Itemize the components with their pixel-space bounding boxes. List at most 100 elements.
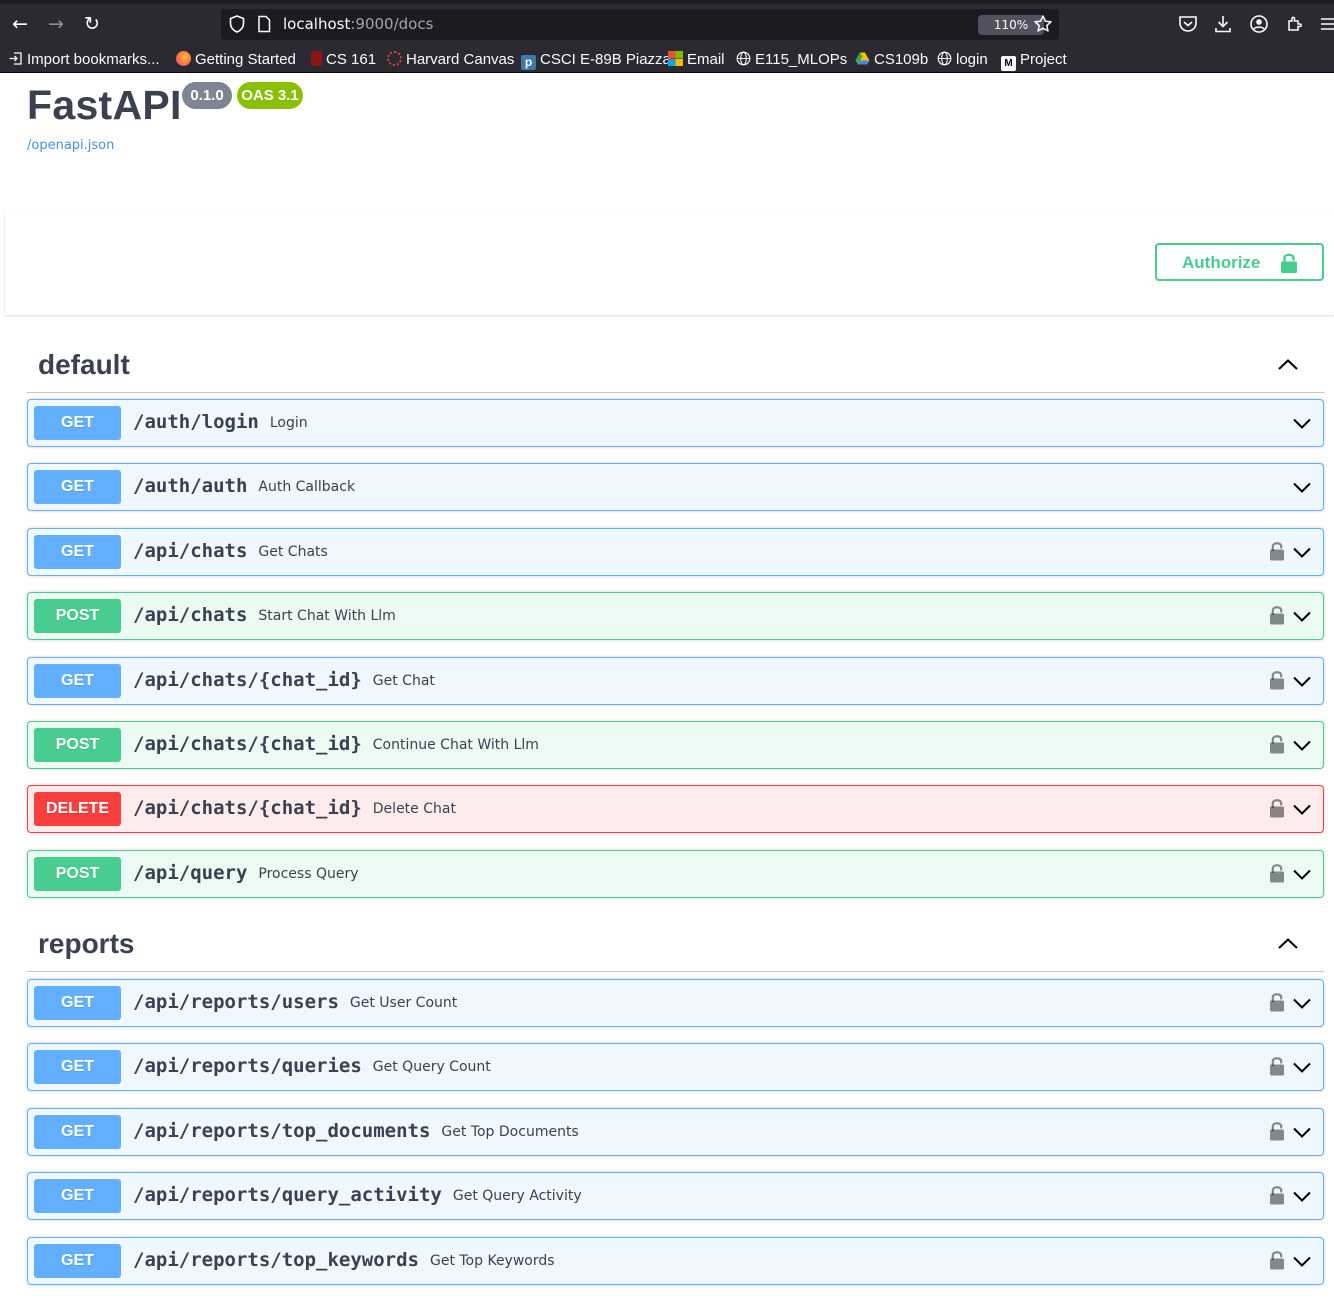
operation-summary: Delete Chat: [372, 801, 456, 817]
lock-icon[interactable]: [1269, 797, 1285, 819]
operation-summary: Get Query Count: [372, 1059, 491, 1075]
back-icon[interactable]: ←: [8, 12, 32, 36]
operation-get[interactable]: GET/api/reports/queries Get Query Count: [27, 1043, 1324, 1091]
path-text: /api/reports/users: [133, 991, 339, 1013]
lock-icon[interactable]: [1269, 733, 1285, 755]
lock-icon[interactable]: [1269, 991, 1285, 1013]
forward-icon[interactable]: →: [44, 12, 68, 36]
chevron-down-icon[interactable]: [1291, 863, 1313, 885]
bookmark-piazza[interactable]: p CSCI E-89B Piazza: [521, 50, 671, 70]
bookmark-label: login: [956, 51, 988, 68]
microsoft-icon: [668, 51, 683, 66]
operation-summary: Get Query Activity: [452, 1188, 582, 1204]
operation-summary: Login: [269, 415, 308, 431]
lock-icon[interactable]: [1269, 669, 1285, 691]
method-badge: GET: [34, 664, 121, 698]
chevron-down-icon[interactable]: [1291, 1121, 1313, 1143]
openapi-json-link[interactable]: /openapi.json: [27, 138, 114, 153]
operation-path: /auth/auth Auth Callback: [133, 475, 355, 497]
chevron-up-icon[interactable]: [1276, 353, 1300, 377]
bookmark-email[interactable]: Email: [668, 50, 725, 70]
chevron-down-icon[interactable]: [1291, 992, 1313, 1014]
bookmark-e115-mlops[interactable]: E115_MLOPs: [736, 50, 847, 70]
lock-icon[interactable]: [1269, 604, 1285, 626]
lock-icon[interactable]: [1269, 1249, 1285, 1271]
method-badge: POST: [34, 728, 121, 762]
method-badge: GET: [34, 406, 121, 440]
lock-icon[interactable]: [1269, 1120, 1285, 1142]
operation-post[interactable]: POST/api/query Process Query: [27, 850, 1324, 898]
bookmark-project[interactable]: M Project: [1001, 50, 1067, 71]
bookmark-label: Project: [1020, 51, 1067, 68]
downloads-icon[interactable]: [1212, 13, 1234, 35]
operation-post[interactable]: POST/api/chats Start Chat With Llm: [27, 592, 1324, 640]
authorize-button[interactable]: Authorize: [1155, 243, 1324, 281]
path-text: /api/reports/queries: [133, 1055, 362, 1077]
menu-icon[interactable]: [1318, 13, 1334, 35]
operation-delete[interactable]: DELETE/api/chats/{chat_id} Delete Chat: [27, 785, 1324, 833]
bookmark-cs109b[interactable]: CS109b: [855, 50, 928, 70]
bookmark-import[interactable]: Import bookmarks...: [8, 50, 160, 70]
chevron-down-icon[interactable]: [1291, 1250, 1313, 1272]
bookmark-getting-started[interactable]: Getting Started: [176, 50, 296, 70]
operation-get[interactable]: GET/api/reports/query_activity Get Query …: [27, 1172, 1324, 1220]
operation-summary: Get Chats: [258, 544, 328, 560]
medium-icon: M: [1001, 56, 1016, 71]
unlock-icon: [1281, 253, 1297, 273]
operation-path: /api/chats Start Chat With Llm: [133, 604, 396, 626]
operation-path: /api/reports/top_documents Get Top Docume…: [133, 1120, 579, 1142]
extensions-icon[interactable]: [1284, 13, 1306, 35]
path-text: /api/chats/{chat_id}: [133, 733, 362, 755]
path-text: /auth/auth: [133, 475, 248, 497]
import-icon: [9, 52, 22, 65]
operation-get[interactable]: GET/api/reports/top_documents Get Top Doc…: [27, 1108, 1324, 1156]
operation-post[interactable]: POST/api/chats/{chat_id} Continue Chat Wi…: [27, 721, 1324, 769]
operation-summary: Continue Chat With Llm: [372, 737, 539, 753]
chevron-down-icon[interactable]: [1291, 541, 1313, 563]
bookmark-cs161[interactable]: CS 161: [311, 50, 376, 70]
path-text: /api/reports/top_keywords: [133, 1249, 419, 1271]
chevron-up-icon[interactable]: [1276, 932, 1300, 956]
operation-get[interactable]: GET/api/reports/top_keywords Get Top Keyw…: [27, 1237, 1324, 1285]
chevron-down-icon[interactable]: [1291, 670, 1313, 692]
chevron-down-icon[interactable]: [1291, 734, 1313, 756]
operation-get[interactable]: GET/auth/login Login: [27, 399, 1324, 447]
tag-header-default[interactable]: default: [27, 333, 1324, 393]
operation-path: /api/reports/users Get User Count: [133, 991, 457, 1013]
lock-icon[interactable]: [1269, 540, 1285, 562]
address-bar[interactable]: localhost:9000/docs 110%: [221, 9, 1059, 40]
lock-icon[interactable]: [1269, 1184, 1285, 1206]
operation-get[interactable]: GET/auth/auth Auth Callback: [27, 463, 1324, 511]
oas-badge: OAS 3.1: [237, 82, 303, 109]
account-icon[interactable]: [1248, 13, 1270, 35]
reload-icon[interactable]: ↻: [80, 12, 104, 36]
bookmark-harvard-canvas[interactable]: Harvard Canvas: [387, 50, 514, 70]
lock-icon[interactable]: [1269, 862, 1285, 884]
url-path: :9000/docs: [350, 15, 434, 33]
operation-summary: Process Query: [258, 866, 359, 882]
operation-path: /api/query Process Query: [133, 862, 359, 884]
chevron-down-icon[interactable]: [1291, 1056, 1313, 1078]
tag-name: default: [38, 349, 130, 380]
operation-get[interactable]: GET/api/reports/users Get User Count: [27, 979, 1324, 1027]
canvas-icon: [387, 51, 402, 66]
operation-get[interactable]: GET/api/chats Get Chats: [27, 528, 1324, 576]
method-badge: POST: [34, 857, 121, 891]
bookmark-star-icon[interactable]: [1033, 14, 1053, 34]
lock-icon[interactable]: [1269, 1055, 1285, 1077]
chevron-down-icon[interactable]: [1291, 605, 1313, 627]
chevron-down-icon[interactable]: [1291, 476, 1313, 498]
method-badge: GET: [34, 986, 121, 1020]
chevron-down-icon[interactable]: [1291, 798, 1313, 820]
operation-path: /api/reports/top_keywords Get Top Keyword…: [133, 1249, 555, 1271]
tag-header-reports[interactable]: reports: [27, 912, 1324, 972]
shield-icon[interactable]: [229, 15, 245, 33]
chevron-down-icon[interactable]: [1291, 1185, 1313, 1207]
url-text[interactable]: localhost:9000/docs: [283, 15, 433, 34]
chevron-down-icon[interactable]: [1291, 412, 1313, 434]
pocket-icon[interactable]: [1177, 13, 1199, 35]
page-icon[interactable]: [257, 15, 271, 33]
operation-get[interactable]: GET/api/chats/{chat_id} Get Chat: [27, 657, 1324, 705]
path-text: /api/chats/{chat_id}: [133, 669, 362, 691]
bookmark-login[interactable]: login: [937, 50, 988, 70]
